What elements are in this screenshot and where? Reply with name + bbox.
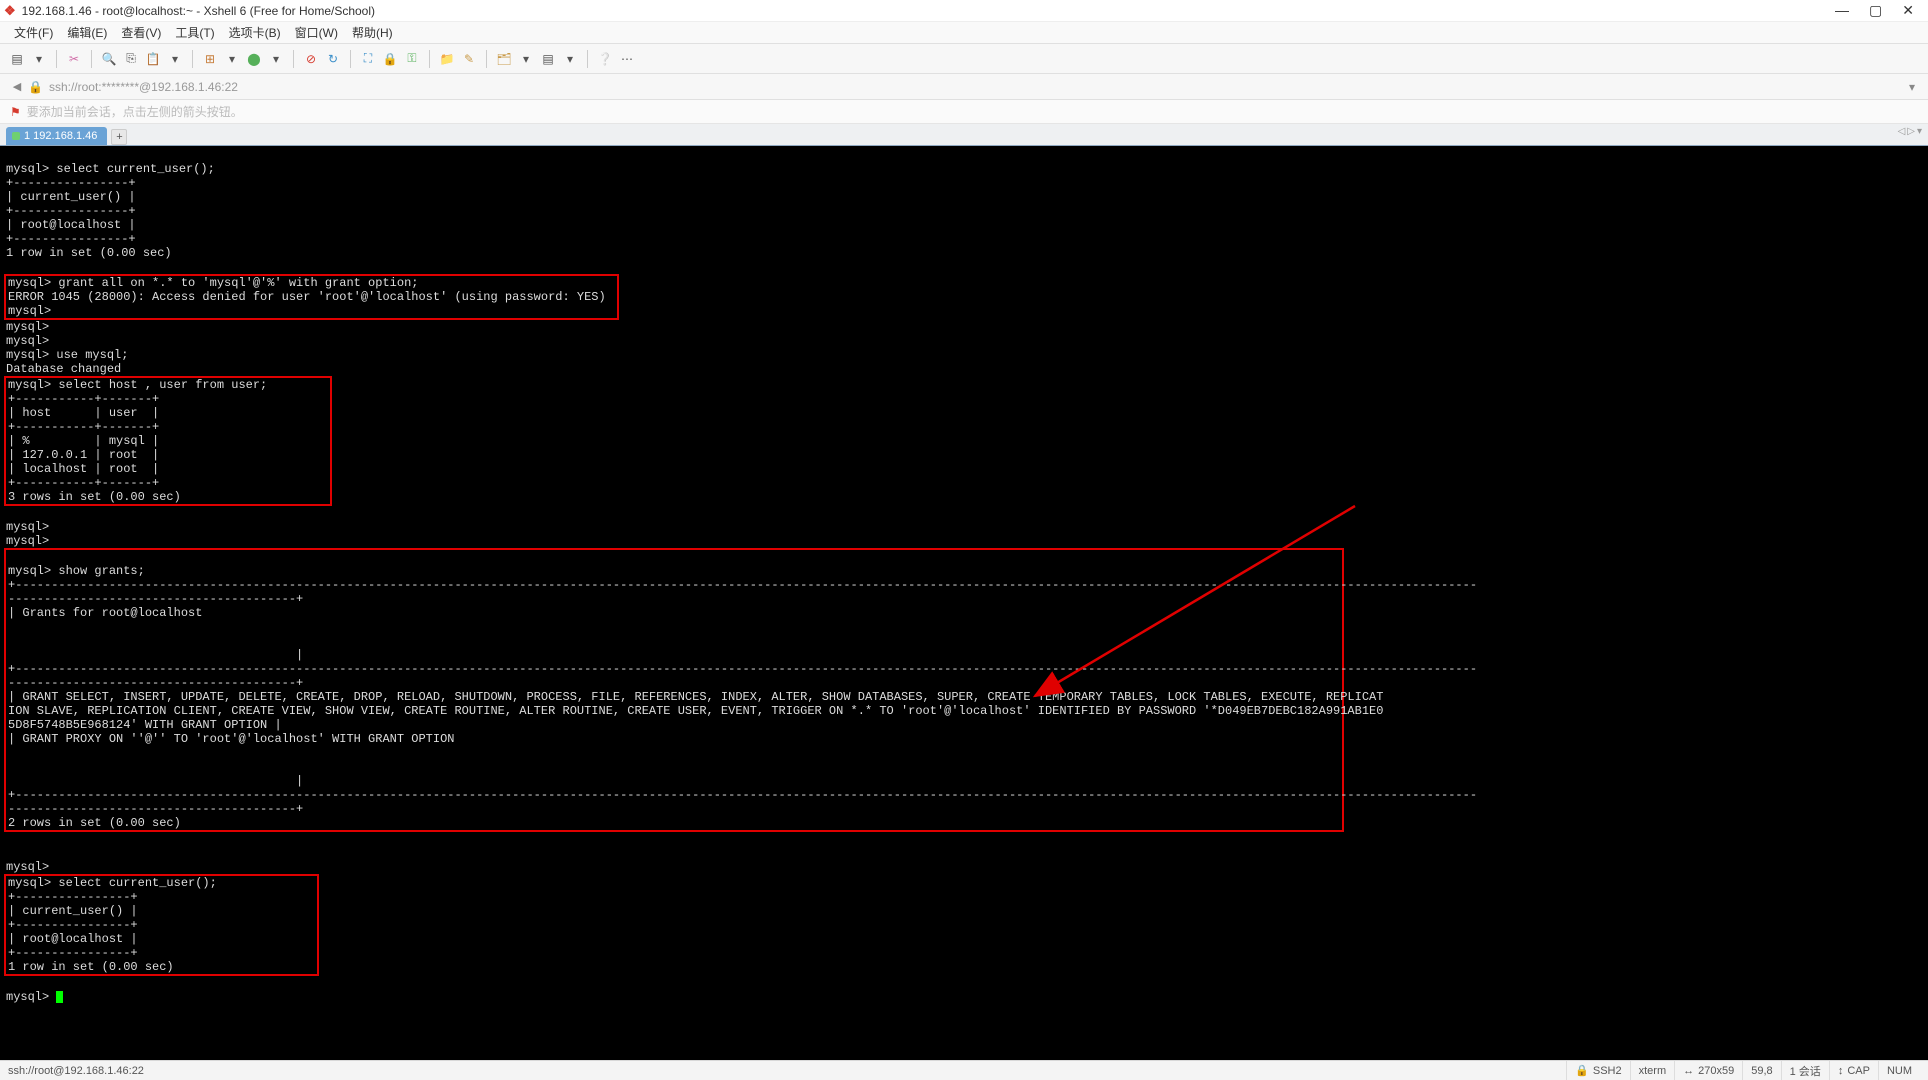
terminal-line: 2 rows in set (0.00 sec) [8,816,181,830]
separator-icon [56,50,57,68]
new-session-icon[interactable]: ▤ [8,50,26,68]
paste-icon[interactable]: 📋 [144,50,162,68]
terminal-line: mysql> show grants; [8,564,145,578]
dropdown-icon[interactable]: ▾ [517,50,535,68]
back-arrow-icon[interactable]: ◀ [10,80,24,94]
terminal-line: mysql> mysql> mysql> use mysql; Database… [6,320,128,376]
session-tab-label: 1 192.168.1.46 [24,130,97,142]
status-size: ↔270x59 [1674,1061,1742,1080]
separator-icon [91,50,92,68]
stop-icon[interactable]: ⊘ [302,50,320,68]
separator-icon [293,50,294,68]
terminal-line: | GRANT PROXY ON ''@'' TO 'root'@'localh… [8,732,454,746]
script-icon[interactable]: ▤ [539,50,557,68]
maximize-button[interactable]: ▢ [1869,2,1882,19]
annotation-redbox: mysql> grant all on *.* to 'mysql'@'%' w… [4,274,619,320]
brush-icon[interactable]: ✎ [460,50,478,68]
lock-icon: 🔒 [28,80,43,94]
annotation-redbox: mysql> select host , user from user; +--… [4,376,332,506]
copy-icon[interactable]: ⎘ [122,50,140,68]
terminal-line: ----------------------------------------… [8,802,303,816]
menu-help[interactable]: 帮助(H) [348,22,397,43]
terminal-line: mysql> [6,860,49,874]
terminal-line: ----------------------------------------… [8,676,303,690]
separator-icon [192,50,193,68]
new-tab-button[interactable]: + [111,129,127,145]
separator-icon [486,50,487,68]
menu-file[interactable]: 文件(F) [10,22,57,43]
menu-tabs[interactable]: 选项卡(B) [225,22,285,43]
terminal-line: +---------------------------------------… [8,578,1477,592]
terminal-line: mysql> [6,990,56,1004]
lock-icon[interactable]: 🔒 [381,50,399,68]
status-protocol: 🔒SSH2 [1566,1061,1629,1080]
flag-icon: ⚑ [10,105,21,119]
help-icon[interactable]: ❔ [596,50,614,68]
menu-window[interactable]: 窗口(W) [291,22,342,43]
terminal-line: | Grants for root@localhost [8,606,202,620]
status-sessions: 1 会话 [1781,1061,1829,1080]
connect-icon[interactable]: ✂ [65,50,83,68]
dropdown-icon[interactable]: ▾ [267,50,285,68]
font-color-icon[interactable]: ⊞ [201,50,219,68]
dropdown-icon[interactable]: ▾ [223,50,241,68]
folder-icon[interactable]: 📁 [438,50,456,68]
session-status-icon [12,132,20,140]
terminal-output[interactable]: mysql> select current_user(); +---------… [0,146,1928,1060]
separator-icon [587,50,588,68]
tab-prev-icon[interactable]: ◁ [1898,126,1906,137]
window-title: 192.168.1.46 - root@localhost:~ - Xshell… [22,4,1835,18]
terminal-line: | [8,774,303,788]
open-folder-icon[interactable]: 🗂 [495,50,513,68]
status-connection: ssh://root@192.168.1.46:22 [8,1065,1566,1077]
terminal-line: mysql> grant all on *.* to 'mysql'@'%' w… [8,276,606,318]
session-tab[interactable]: 1 192.168.1.46 [6,127,107,145]
separator-icon [429,50,430,68]
menu-edit[interactable]: 编辑(E) [63,22,111,43]
status-cursor-pos: 59,8 [1742,1061,1780,1080]
close-button[interactable]: ✕ [1902,2,1914,19]
separator-icon [350,50,351,68]
address-text[interactable]: ssh://root:********@192.168.1.46:22 [49,80,238,94]
refresh-icon[interactable]: ↻ [324,50,342,68]
dropdown-icon[interactable]: ▾ [166,50,184,68]
terminal-line: | GRANT SELECT, INSERT, UPDATE, DELETE, … [8,690,1383,704]
dropdown-icon[interactable]: ▾ [561,50,579,68]
terminal-line: +---------------------------------------… [8,788,1477,802]
app-logo-icon: ❖ [4,3,16,19]
fullscreen-icon[interactable]: ⛶ [359,50,377,68]
address-dropdown-icon[interactable]: ▾ [1904,79,1920,95]
tab-menu-icon[interactable]: ▾ [1917,126,1922,137]
annotation-redbox: mysql> select current_user(); +---------… [4,874,319,976]
tab-next-icon[interactable]: ▷ [1907,126,1915,137]
terminal-line: +---------------------------------------… [8,662,1477,676]
minimize-button[interactable]: — [1835,2,1849,19]
key-icon[interactable]: ⚿ [403,50,421,68]
menu-tools[interactable]: 工具(T) [171,22,218,43]
status-caps: ↕CAP [1829,1061,1878,1080]
search-icon[interactable]: 🔍 [100,50,118,68]
menu-view[interactable]: 查看(V) [117,22,165,43]
annotation-redbox: mysql> show grants; +-------------------… [4,548,1344,832]
terminal-line: 5D8F5748B5E968124' WITH GRANT OPTION | [8,718,282,732]
terminal-line: | [8,648,303,662]
dropdown-icon[interactable]: ▾ [30,50,48,68]
cursor-icon [56,991,63,1003]
terminal-line: ----------------------------------------… [8,592,303,606]
terminal-line: mysql> select host , user from user; +--… [8,378,267,504]
hint-text: 要添加当前会话，点击左侧的箭头按钮。 [27,103,243,120]
info-icon[interactable]: ⋯ [618,50,636,68]
status-num: NUM [1878,1061,1920,1080]
terminal-line: ION SLAVE, REPLICATION CLIENT, CREATE VI… [8,704,1383,718]
terminal-line: mysql> select current_user(); +---------… [6,162,215,260]
lock-icon: 🔒 [1575,1064,1589,1077]
terminal-line: mysql> select current_user(); +---------… [8,876,217,974]
terminal-line: mysql> mysql> [6,520,49,548]
status-term: xterm [1630,1061,1675,1080]
highlight-icon[interactable]: ⬤ [245,50,263,68]
